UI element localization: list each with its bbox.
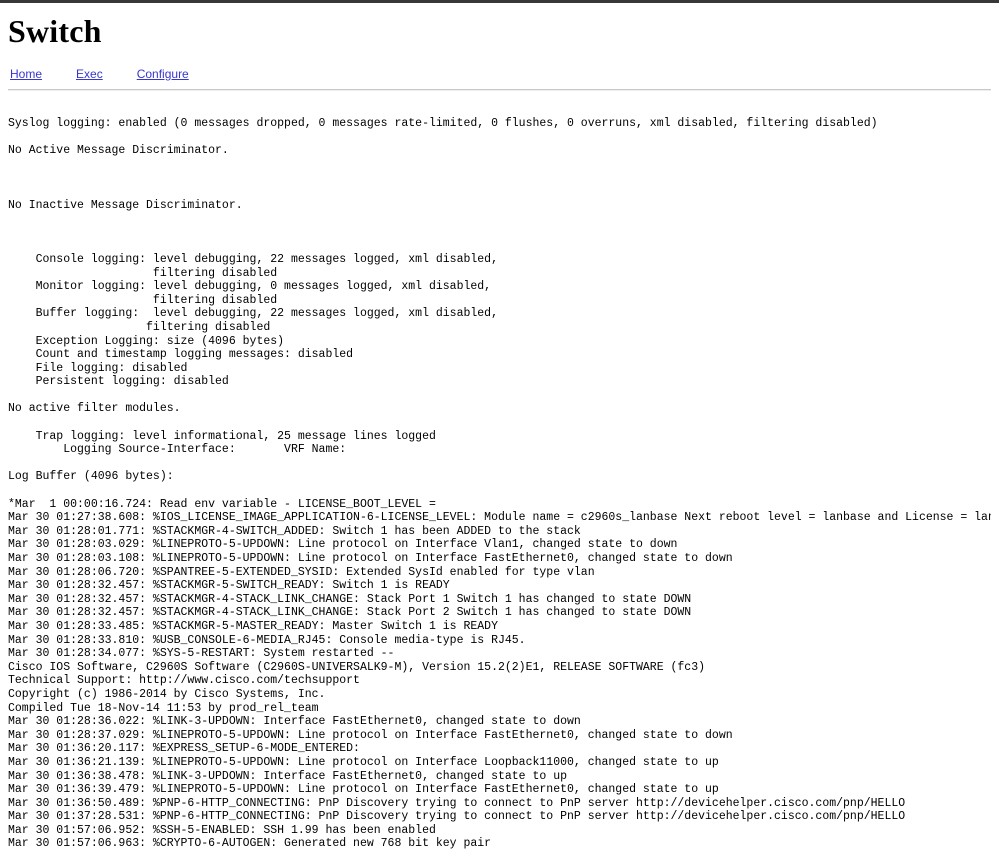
browser-chrome-edge <box>0 0 999 3</box>
nav-link-configure[interactable]: Configure <box>137 67 189 81</box>
log-line: Mar 30 01:28:32.457: %STACKMGR-5-SWITCH_… <box>8 579 450 593</box>
log-line: Mar 30 01:28:03.029: %LINEPROTO-5-UPDOWN… <box>8 538 678 552</box>
main-navigation: Home Exec Configure <box>8 65 991 83</box>
log-line: Mar 30 01:28:32.457: %STACKMGR-4-STACK_L… <box>8 592 692 606</box>
syslog-output-pre: Syslog logging: enabled (0 messages drop… <box>8 91 991 851</box>
buffer-logging-line: Buffer logging: level debugging, 22 mess… <box>8 307 498 321</box>
no-filter-modules-line: No active filter modules. <box>8 402 181 416</box>
page-body: Switch Home Exec Configure Syslog logging:… <box>0 13 999 851</box>
file-logging-line: File logging: disabled <box>8 361 188 375</box>
log-line: Mar 30 01:28:33.485: %STACKMGR-5-MASTER_… <box>8 619 498 633</box>
log-line: Mar 30 01:36:38.478: %LINK-3-UPDOWN: Int… <box>8 769 567 783</box>
log-line: Technical Support: http://www.cisco.com/… <box>8 674 360 688</box>
logging-source-interface-line: Logging Source-Interface: VRF Name: <box>8 443 347 457</box>
log-line: Mar 30 01:28:37.029: %LINEPROTO-5-UPDOWN… <box>8 728 733 742</box>
syslog-summary-line: Syslog logging: enabled (0 messages drop… <box>8 117 878 130</box>
log-line: Mar 30 01:28:01.771: %STACKMGR-4-SWITCH_… <box>8 524 581 538</box>
log-line: *Mar 1 00:00:16.724: Read env variable -… <box>8 497 436 511</box>
log-line: Mar 30 01:36:20.117: %EXPRESS_SETUP-6-MO… <box>8 742 360 756</box>
monitor-logging-continuation-line: filtering disabled <box>8 293 278 307</box>
log-line: Mar 30 01:28:03.108: %LINEPROTO-5-UPDOWN… <box>8 552 733 565</box>
no-inactive-discriminator-line: No Inactive Message Discriminator. <box>8 198 243 212</box>
monitor-logging-line: Monitor logging: level debugging, 0 mess… <box>8 280 492 294</box>
log-line: Copyright (c) 1986-2014 by Cisco Systems… <box>8 687 326 701</box>
console-logging-line: Console logging: level debugging, 22 mes… <box>8 252 498 266</box>
exception-logging-line: Exception Logging: size (4096 bytes) <box>8 334 285 348</box>
log-line: Mar 30 01:28:36.022: %LINK-3-UPDOWN: Int… <box>8 715 581 729</box>
log-line: Mar 30 01:36:39.479: %LINEPROTO-5-UPDOWN… <box>8 783 719 797</box>
trap-logging-line: Trap logging: level informational, 25 me… <box>8 429 436 443</box>
log-line: Mar 30 01:36:50.489: %PNP-6-HTTP_CONNECT… <box>8 796 906 810</box>
log-line: Compiled Tue 18-Nov-14 11:53 by prod_rel… <box>8 701 319 715</box>
persistent-logging-line: Persistent logging: disabled <box>8 375 229 389</box>
console-logging-continuation-line: filtering disabled <box>8 266 278 280</box>
log-line: Mar 30 01:57:06.952: %SSH-5-ENABLED: SSH… <box>8 823 436 837</box>
nav-link-home[interactable]: Home <box>10 67 42 81</box>
log-line: Mar 30 01:28:32.457: %STACKMGR-4-STACK_L… <box>8 606 692 620</box>
log-line: Mar 30 01:37:28.531: %PNP-6-HTTP_CONNECT… <box>8 810 906 824</box>
log-line: Mar 30 01:28:06.720: %SPANTREE-5-EXTENDE… <box>8 565 595 579</box>
log-lines-container: *Mar 1 00:00:16.724: Read env variable -… <box>8 498 991 851</box>
log-line: Mar 30 01:57:06.963: %CRYPTO-6-AUTOGEN: … <box>8 837 492 851</box>
log-buffer-header-line: Log Buffer (4096 bytes): <box>8 470 174 484</box>
log-line: Mar 30 01:27:38.608: %IOS_LICENSE_IMAGE_… <box>8 511 991 525</box>
page-title: Switch <box>8 13 102 49</box>
no-active-discriminator-line: No Active Message Discriminator. <box>8 144 229 158</box>
log-line: Mar 30 01:28:34.077: %SYS-5-RESTART: Sys… <box>8 647 395 661</box>
buffer-logging-continuation-line: filtering disabled <box>8 320 271 334</box>
log-line: Mar 30 01:36:21.139: %LINEPROTO-5-UPDOWN… <box>8 755 719 769</box>
log-line: Mar 30 01:28:33.810: %USB_CONSOLE-6-MEDI… <box>8 633 526 647</box>
log-line: Cisco IOS Software, C2960S Software (C29… <box>8 660 706 674</box>
nav-link-exec[interactable]: Exec <box>76 67 103 81</box>
count-timestamp-logging-line: Count and timestamp logging messages: di… <box>8 348 354 362</box>
